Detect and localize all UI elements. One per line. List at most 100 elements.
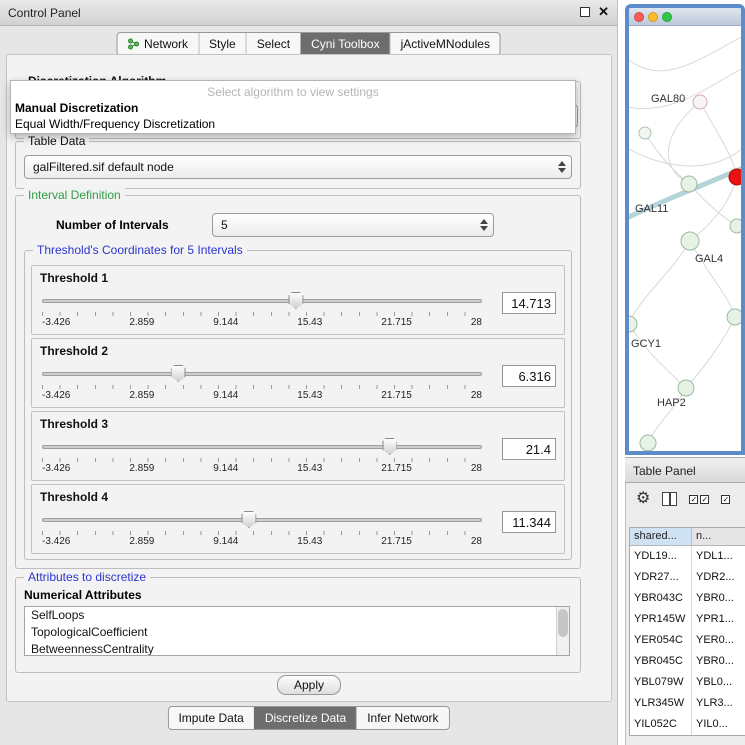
- cell[interactable]: YER0...: [692, 630, 745, 651]
- list-item[interactable]: BetweennessCentrality: [25, 641, 569, 656]
- node-gal80[interactable]: [693, 95, 707, 109]
- slider-track[interactable]: [42, 518, 482, 522]
- cell[interactable]: YER054C: [630, 630, 692, 651]
- list-item[interactable]: TopologicalCoefficient: [25, 624, 569, 641]
- node-gal11[interactable]: [681, 176, 697, 192]
- table-row[interactable]: YDR27... YDR2...: [630, 567, 745, 588]
- table-data-select[interactable]: galFiltered.sif default node: [24, 155, 572, 179]
- dropdown-option-manual[interactable]: Manual Discretization: [15, 101, 138, 115]
- network-view-window[interactable]: GAL80 GAL11 GAL4 GCY1 HAP2: [625, 4, 745, 455]
- threshold-panel: Threshold 4 11.344 -3.426 2.859 9.144 15…: [31, 484, 565, 554]
- scrollbar-thumb[interactable]: [558, 609, 568, 637]
- column-header-shared-name[interactable]: shared...: [630, 528, 692, 545]
- cell[interactable]: YPR145W: [630, 609, 692, 630]
- node[interactable]: [639, 127, 651, 139]
- table-row[interactable]: YBR045C YBR0...: [630, 651, 745, 672]
- threshold-value-field[interactable]: 11.344: [502, 511, 556, 533]
- cell[interactable]: YBR0...: [692, 651, 745, 672]
- list-scrollbar[interactable]: [556, 607, 569, 655]
- float-window-icon[interactable]: [580, 7, 590, 17]
- tab-style[interactable]: Style: [198, 33, 246, 55]
- tab-discretize-data[interactable]: Discretize Data: [254, 707, 356, 729]
- list-item[interactable]: SelfLoops: [25, 607, 569, 624]
- table-row[interactable]: YER054C YER0...: [630, 630, 745, 651]
- threshold-slider[interactable]: -3.426 2.859 9.144 15.43 21.715 28: [42, 509, 482, 551]
- threshold-value-field[interactable]: 21.4: [502, 438, 556, 460]
- cell[interactable]: YDL1...: [692, 546, 745, 567]
- cell[interactable]: YDR2...: [692, 567, 745, 588]
- scale-label: -3.426: [42, 536, 70, 547]
- scale-label: 15.43: [297, 463, 322, 474]
- control-panel-tabbar: Network Style Select Cyni Toolbox jActiv…: [116, 32, 501, 56]
- table-row[interactable]: YBR043C YBR0...: [630, 588, 745, 609]
- attributes-list[interactable]: SelfLoops TopologicalCoefficient Between…: [24, 606, 570, 656]
- table-row[interactable]: YIL052C YIL0...: [630, 714, 745, 735]
- cell[interactable]: YDR27...: [630, 567, 692, 588]
- minimize-traffic-light-icon[interactable]: [648, 12, 658, 22]
- table-panel-header[interactable]: Table Panel: [625, 457, 745, 483]
- slider-thumb[interactable]: [171, 365, 186, 382]
- table-row[interactable]: YPR145W YPR1...: [630, 609, 745, 630]
- close-icon[interactable]: ✕: [598, 6, 609, 18]
- cell[interactable]: YIL052C: [630, 714, 692, 735]
- node-label: HAP2: [657, 397, 686, 409]
- tab-select[interactable]: Select: [246, 33, 300, 55]
- tab-jactivemnodules[interactable]: jActiveMNodules: [390, 33, 500, 55]
- cell[interactable]: YBL0...: [692, 672, 745, 693]
- cell[interactable]: YDL19...: [630, 546, 692, 567]
- slider-thumb[interactable]: [241, 511, 256, 528]
- tab-network[interactable]: Network: [117, 33, 198, 55]
- dropdown-option-equal-width[interactable]: Equal Width/Frequency Discretization: [15, 117, 215, 131]
- table-row[interactable]: YBL079W YBL0...: [630, 672, 745, 693]
- cell[interactable]: YIL0...: [692, 714, 745, 735]
- node-hap2[interactable]: [678, 380, 694, 396]
- close-traffic-light-icon[interactable]: [634, 12, 644, 22]
- table-header-row: shared... n...: [630, 528, 745, 546]
- cell[interactable]: YBL079W: [630, 672, 692, 693]
- tab-impute-data[interactable]: Impute Data: [168, 707, 253, 729]
- threshold-value-field[interactable]: 14.713: [502, 292, 556, 314]
- cell[interactable]: YBR0...: [692, 588, 745, 609]
- scale-label: 2.859: [129, 317, 154, 328]
- scale-label: -3.426: [42, 390, 70, 401]
- tab-infer-network[interactable]: Infer Network: [356, 707, 448, 729]
- scale-label: 21.715: [381, 463, 412, 474]
- slider-track[interactable]: [42, 445, 482, 449]
- cell[interactable]: YBR043C: [630, 588, 692, 609]
- control-panel-titlebar[interactable]: Control Panel ✕: [0, 0, 617, 26]
- tab-cyni-toolbox[interactable]: Cyni Toolbox: [300, 33, 389, 55]
- cell[interactable]: YBR045C: [630, 651, 692, 672]
- table-row[interactable]: YLR345W YLR3...: [630, 693, 745, 714]
- threshold-slider[interactable]: -3.426 2.859 9.144 15.43 21.715 28: [42, 363, 482, 405]
- cell[interactable]: YPR1...: [692, 609, 745, 630]
- threshold-slider[interactable]: -3.426 2.859 9.144 15.43 21.715 28: [42, 290, 482, 332]
- select-some-checkboxes-icon[interactable]: ✓: [721, 495, 730, 504]
- threshold-slider[interactable]: -3.426 2.859 9.144 15.43 21.715 28: [42, 436, 482, 478]
- table-row[interactable]: YDL19... YDL1...: [630, 546, 745, 567]
- num-intervals-select[interactable]: 5: [212, 213, 494, 237]
- node-gal4[interactable]: [681, 232, 699, 250]
- node[interactable]: [730, 219, 741, 233]
- gear-icon[interactable]: ⚙: [636, 491, 650, 507]
- tab-label: jActiveMNodules: [401, 37, 490, 51]
- apply-button[interactable]: Apply: [277, 675, 341, 695]
- slider-thumb[interactable]: [288, 292, 303, 309]
- column-header-name[interactable]: n...: [692, 528, 745, 545]
- network-canvas[interactable]: GAL80 GAL11 GAL4 GCY1 HAP2: [629, 26, 741, 455]
- slider-thumb[interactable]: [382, 438, 397, 455]
- slider-ticks: [42, 312, 482, 316]
- columns-icon[interactable]: [662, 492, 677, 506]
- select-all-checkboxes-icon[interactable]: ✓ ✓: [689, 495, 709, 504]
- node-selected-red[interactable]: [729, 169, 741, 185]
- slider-track[interactable]: [42, 372, 482, 376]
- zoom-traffic-light-icon[interactable]: [662, 12, 672, 22]
- cell[interactable]: YLR3...: [692, 693, 745, 714]
- cell[interactable]: YLR345W: [630, 693, 692, 714]
- threshold-panel: Threshold 1 14.713 -3.426 2.859 9.144 15…: [31, 265, 565, 335]
- threshold-value-field[interactable]: 6.316: [502, 365, 556, 387]
- slider-track[interactable]: [42, 299, 482, 303]
- node[interactable]: [727, 309, 741, 325]
- node[interactable]: [640, 435, 656, 451]
- network-window-titlebar[interactable]: [629, 8, 741, 26]
- node-gcy1[interactable]: [629, 316, 637, 332]
